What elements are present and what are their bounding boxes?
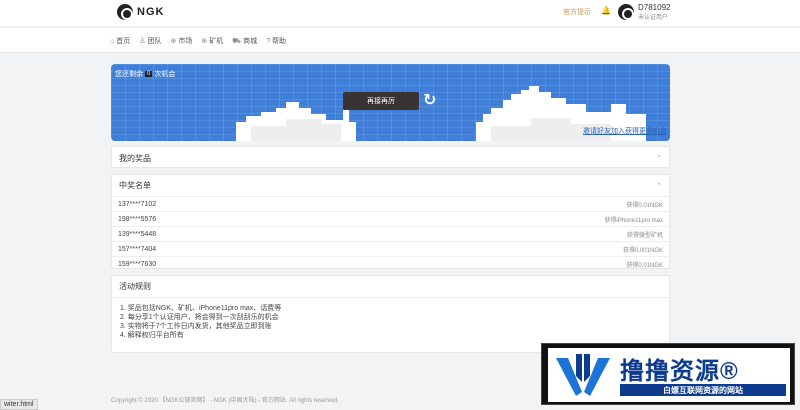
footer-copyright: Copyright © 2020 【NGK公链官网】 - NGK (中国大陆) …: [111, 398, 339, 404]
rule-item: 4. 解释权归平台所有: [120, 332, 184, 339]
winners-header[interactable]: 中奖名单 ⌃: [112, 175, 669, 197]
nav-label: 首页: [116, 38, 131, 45]
winner-prize: 获得0.01NGK: [626, 262, 663, 269]
avatar[interactable]: [618, 4, 634, 20]
invite-friends-link[interactable]: 邀请好友加入获得更多机会: [583, 126, 667, 136]
chances-suffix: 次机会: [154, 71, 176, 78]
logo-icon: [117, 4, 133, 20]
globe-icon: ⊕: [170, 38, 177, 45]
rule-item: 1. 奖品包括NGK、矿机、iPhone11pro max、话费等: [120, 305, 282, 312]
try-again-button[interactable]: 再接再厉: [343, 92, 419, 110]
winner-phone: 137****7102: [118, 200, 157, 208]
watermark-title: 撸撸资源®: [620, 358, 739, 385]
nav-item-home[interactable]: ⌂ 首页: [110, 36, 130, 46]
watermark: 撸撸资源® 白嫖互联网资源的网站: [541, 343, 795, 405]
list-item: 159****7630 获得0.01NGK: [112, 257, 669, 269]
panel-title: 我的奖品: [119, 153, 151, 163]
list-item: 198****5576 获得iPhone11pro max: [112, 212, 669, 227]
winner-phone: 159****7630: [118, 260, 157, 268]
logo-text: NGK: [137, 6, 165, 18]
official-tip-link[interactable]: 官方提示: [563, 7, 591, 17]
nav-item-miner[interactable]: ⊕ 矿机: [201, 36, 223, 46]
user-id: D781092: [638, 3, 671, 12]
rule-item: 3. 实物将于7个工作日内发货，其他奖品立即到账: [120, 323, 272, 330]
chances-prefix: 您还剩余: [115, 71, 143, 78]
remaining-chances: 您还剩余 0 次机会: [115, 69, 175, 79]
winners-panel: 中奖名单 ⌃ 137****7102 获得0.01NGK 198****5576 获…: [111, 174, 670, 269]
nav-bar: ⌂ 首页 ♙ 团队 ⊕ 市场 ⊕ 矿机 ⛟ 商城 ? 帮助: [0, 27, 800, 53]
my-prizes-header[interactable]: 我的奖品 ⌃: [112, 147, 669, 169]
scratch-card-banner[interactable]: 您还剩余 0 次机会 再接再厉 ↻ 邀请好友加入获得更多机会: [111, 64, 670, 141]
winner-phone: 198****5576: [118, 215, 157, 223]
home-icon: ⌂: [110, 37, 115, 45]
list-item: 157****7404 获得0.001NGK: [112, 242, 669, 257]
watermark-logo-icon: [556, 354, 610, 396]
nav-label: 商城: [243, 38, 258, 45]
watermark-subtitle: 白嫖互联网资源的网站: [620, 384, 786, 396]
cart-icon: ⛟: [232, 37, 242, 45]
nav-label: 团队: [147, 38, 162, 45]
panel-title: 活动规则: [119, 282, 151, 291]
rule-item: 2. 每分享1个认证用户，将会得到一次刮刮乐的机会: [120, 314, 279, 321]
rules-list: 1. 奖品包括NGK、矿机、iPhone11pro max、话费等 2. 每分享…: [112, 298, 669, 340]
help-icon: ?: [266, 37, 270, 45]
nav-item-market[interactable]: ⊕ 市场: [171, 36, 193, 46]
nav-label: 帮助: [271, 38, 286, 45]
winner-prize: 获得0.01NGK: [626, 202, 663, 209]
refresh-icon[interactable]: ↻: [423, 90, 436, 110]
winner-prize: 获得iPhone11pro max: [604, 217, 663, 224]
logo[interactable]: NGK: [117, 4, 164, 20]
list-item: 137****7102 获得0.01NGK: [112, 197, 669, 212]
top-bar: NGK 官方提示 🔔 D781092 未认证用户: [0, 0, 800, 26]
winner-prize: 获得微型矿机: [626, 232, 663, 239]
plus-circle-icon: ⊕: [201, 38, 208, 45]
team-icon: ♙: [139, 38, 146, 45]
status-bar-url: witer.html: [0, 399, 38, 410]
nav-label: 矿机: [209, 38, 224, 45]
main-nav: ⌂ 首页 ♙ 团队 ⊕ 市场 ⊕ 矿机 ⛟ 商城 ? 帮助: [110, 36, 286, 46]
my-prizes-panel: 我的奖品 ⌃: [111, 146, 670, 168]
chances-count: 0: [145, 71, 153, 77]
panel-title: 中奖名单: [119, 181, 151, 190]
winner-phone: 139****5448: [118, 230, 157, 238]
winner-prize: 获得0.001NGK: [622, 247, 663, 254]
bell-icon[interactable]: 🔔: [601, 6, 611, 15]
rules-panel: 活动规则 1. 奖品包括NGK、矿机、iPhone11pro max、话费等 2…: [111, 275, 670, 353]
user-status: 未认证用户: [638, 15, 669, 21]
nav-item-team[interactable]: ♙ 团队: [139, 36, 161, 46]
nav-item-help[interactable]: ? 帮助: [266, 36, 286, 46]
winner-phone: 157****7404: [118, 245, 157, 253]
chevron-up-icon[interactable]: ⌃: [656, 182, 662, 190]
nav-label: 市场: [178, 38, 193, 45]
list-item: 139****5448 获得微型矿机: [112, 227, 669, 242]
watermark-panel: 撸撸资源® 白嫖互联网资源的网站: [548, 348, 790, 402]
nav-item-mall[interactable]: ⛟ 商城: [232, 36, 257, 46]
chevron-up-icon[interactable]: ⌃: [656, 154, 662, 162]
rules-header: 活动规则: [112, 276, 669, 298]
